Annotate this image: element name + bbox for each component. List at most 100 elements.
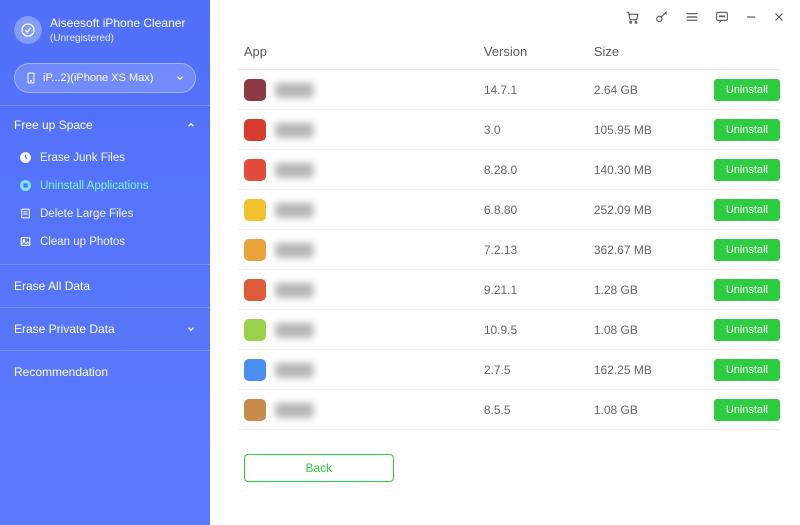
app-version: 9.21.1 <box>484 283 594 297</box>
table-header: App Version Size <box>238 34 780 69</box>
uninstall-button[interactable]: Uninstall <box>714 319 780 341</box>
app-name-blurred: ████ <box>276 123 314 137</box>
header-size: Size <box>594 44 714 59</box>
table-row: ████ 7.2.13362.67 MBUninstall <box>238 230 780 270</box>
uninstall-button[interactable]: Uninstall <box>714 279 780 301</box>
table-row: ████ 14.7.12.64 GBUninstall <box>238 70 780 110</box>
clock-icon <box>18 151 32 165</box>
titlebar <box>210 0 800 34</box>
app-icon <box>244 199 266 221</box>
chevron-down-icon <box>175 73 185 83</box>
app-version: 7.2.13 <box>484 243 594 257</box>
device-label: iP...2)(iPhone XS Max) <box>43 72 153 84</box>
app-size: 1.08 GB <box>594 403 714 417</box>
nav-label: Erase All Data <box>14 279 90 293</box>
cart-icon[interactable] <box>624 9 640 25</box>
section-label: Free up Space <box>14 118 93 132</box>
app-version: 8.5.5 <box>484 403 594 417</box>
sidebar-item-label: Delete Large Files <box>40 208 133 220</box>
main-panel: App Version Size ████14.7.12.64 GBUninst… <box>210 0 800 525</box>
minimize-icon[interactable] <box>744 10 758 24</box>
app-name-blurred: ████ <box>276 323 314 337</box>
table-row: ████ 10.9.51.08 GBUninstall <box>238 310 780 350</box>
app-name-blurred: ████ <box>276 163 314 177</box>
app-size: 140.30 MB <box>594 163 714 177</box>
sidebar-item-erase-junk[interactable]: Erase Junk Files <box>0 144 210 172</box>
app-icon <box>244 279 266 301</box>
nav-label: Recommendation <box>14 365 108 379</box>
sidebar-section-free-up-space[interactable]: Free up Space <box>0 108 210 142</box>
menu-icon[interactable] <box>684 9 700 25</box>
nav-label: Erase Private Data <box>14 322 115 336</box>
uninstall-button[interactable]: Uninstall <box>714 399 780 421</box>
chevron-down-icon <box>186 324 196 334</box>
app-icon <box>244 159 266 181</box>
uninstall-button[interactable]: Uninstall <box>714 159 780 181</box>
app-icon <box>244 319 266 341</box>
app-icon <box>244 239 266 261</box>
key-icon[interactable] <box>654 9 670 25</box>
back-button[interactable]: Back <box>244 454 394 482</box>
phone-icon <box>25 71 37 85</box>
close-icon[interactable] <box>772 10 786 24</box>
apps-icon <box>18 179 32 193</box>
app-name-blurred: ████ <box>276 203 314 217</box>
app-icon <box>244 119 266 141</box>
app-name-blurred: ████ <box>276 83 314 97</box>
app-size: 105.95 MB <box>594 123 714 137</box>
app-name-blurred: ████ <box>276 243 314 257</box>
app-version: 6.8.80 <box>484 203 594 217</box>
app-name-blurred: ████ <box>276 363 314 377</box>
file-icon <box>18 207 32 221</box>
app-size: 2.64 GB <box>594 83 714 97</box>
sidebar-item-label: Clean up Photos <box>40 236 125 248</box>
sidebar-item-erase-private-data[interactable]: Erase Private Data <box>0 310 210 348</box>
app-subtitle: (Unregistered) <box>50 32 185 45</box>
uninstall-button[interactable]: Uninstall <box>714 199 780 221</box>
sidebar-item-label: Uninstall Applications <box>40 180 149 192</box>
table-row: ████ 9.21.11.28 GBUninstall <box>238 270 780 310</box>
app-logo-icon <box>14 16 42 44</box>
app-size: 1.28 GB <box>594 283 714 297</box>
app-name-blurred: ████ <box>276 403 314 417</box>
sidebar-item-delete-large-files[interactable]: Delete Large Files <box>0 200 210 228</box>
sidebar-item-label: Erase Junk Files <box>40 152 125 164</box>
app-name-blurred: ████ <box>276 283 314 297</box>
app-size: 162.25 MB <box>594 363 714 377</box>
photo-icon <box>18 235 32 249</box>
table-row: ████ 8.28.0140.30 MBUninstall <box>238 150 780 190</box>
app-table-body[interactable]: ████14.7.12.64 GBUninstall████3.0105.95 … <box>238 70 780 436</box>
app-size: 1.08 GB <box>594 323 714 337</box>
brand: Aiseesoft iPhone Cleaner (Unregistered) <box>0 10 210 59</box>
app-version: 10.9.5 <box>484 323 594 337</box>
app-icon <box>244 399 266 421</box>
sidebar: Aiseesoft iPhone Cleaner (Unregistered) … <box>0 0 210 525</box>
table-row: ████ 6.8.80252.09 MBUninstall <box>238 190 780 230</box>
uninstall-button[interactable]: Uninstall <box>714 239 780 261</box>
uninstall-button[interactable]: Uninstall <box>714 119 780 141</box>
app-size: 252.09 MB <box>594 203 714 217</box>
app-version: 2.7.5 <box>484 363 594 377</box>
app-icon <box>244 359 266 381</box>
table-row: ████ 2.7.5162.25 MBUninstall <box>238 350 780 390</box>
sidebar-item-clean-photos[interactable]: Clean up Photos <box>0 228 210 256</box>
table-row: ████ 3.0105.95 MBUninstall <box>238 110 780 150</box>
app-size: 362.67 MB <box>594 243 714 257</box>
feedback-icon[interactable] <box>714 9 730 25</box>
app-version: 14.7.1 <box>484 83 594 97</box>
app-version: 8.28.0 <box>484 163 594 177</box>
device-selector[interactable]: iP...2)(iPhone XS Max) <box>14 63 196 93</box>
table-row: ████ 8.5.51.08 GBUninstall <box>238 390 780 430</box>
app-icon <box>244 79 266 101</box>
uninstall-button[interactable]: Uninstall <box>714 359 780 381</box>
uninstall-button[interactable]: Uninstall <box>714 79 780 101</box>
app-title: Aiseesoft iPhone Cleaner <box>50 16 185 32</box>
chevron-up-icon <box>186 120 196 130</box>
sidebar-item-uninstall-apps[interactable]: Uninstall Applications <box>0 172 210 200</box>
sidebar-item-erase-all-data[interactable]: Erase All Data <box>0 267 210 305</box>
header-version: Version <box>484 44 594 59</box>
sidebar-item-recommendation[interactable]: Recommendation <box>0 353 210 391</box>
free-up-space-sublist: Erase Junk Files Uninstall Applications … <box>0 142 210 262</box>
app-version: 3.0 <box>484 123 594 137</box>
header-app: App <box>244 44 484 59</box>
